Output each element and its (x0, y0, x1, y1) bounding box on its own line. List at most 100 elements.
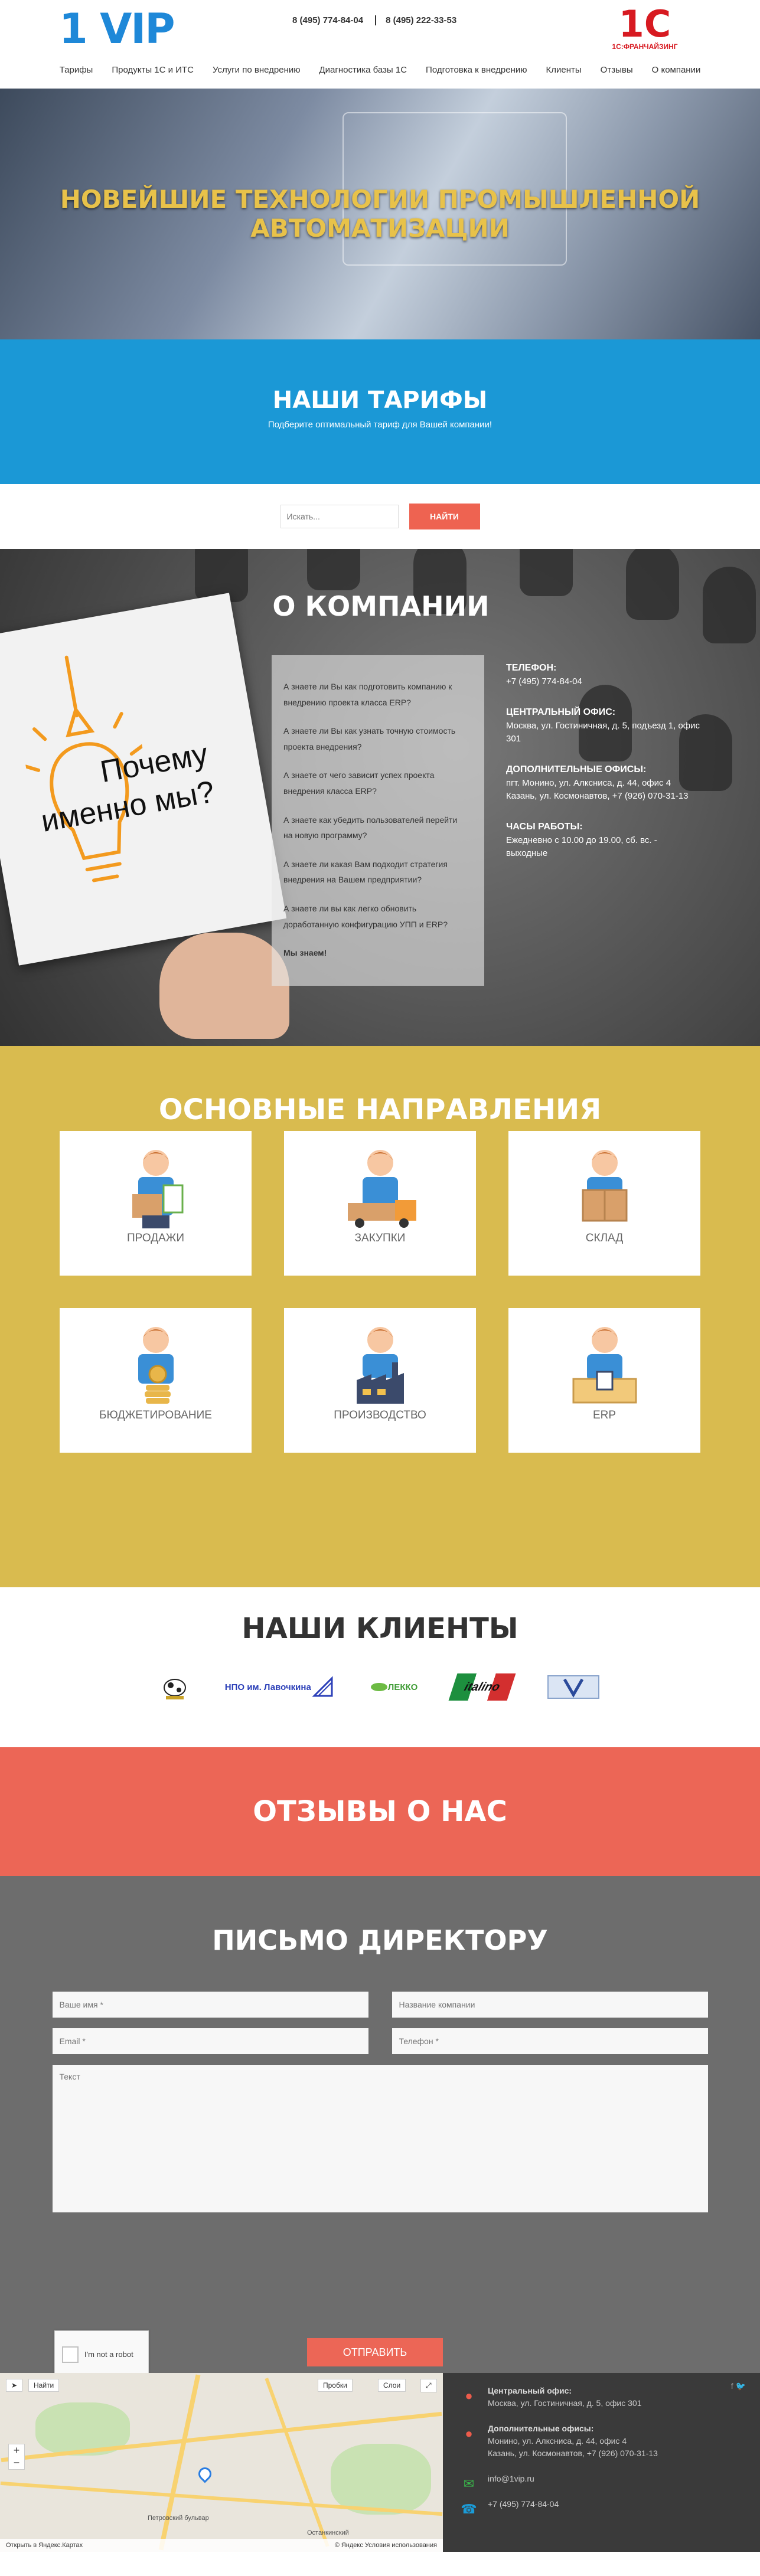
map-road (265, 2378, 330, 2547)
direction-label: БЮДЖЕТИРОВАНИЕ (99, 1409, 212, 1421)
client-italino-text: italino (462, 1680, 502, 1694)
nav-diagnostics[interactable]: Диагностика базы 1С (319, 65, 407, 75)
phone-2[interactable]: 8 (495) 222-33-53 (375, 15, 456, 25)
send-button[interactable]: ОТПРАВИТЬ (307, 2338, 443, 2366)
direction-budgeting[interactable]: БЮДЖЕТИРОВАНИЕ (60, 1308, 252, 1453)
direction-warehouse[interactable]: СКЛАД (508, 1131, 700, 1276)
contacts-phone-title: ТЕЛЕФОН: (506, 663, 557, 673)
about-title: О КОМПАНИИ (272, 590, 490, 622)
contacts-hours-title: ЧАСЫ РАБОТЫ: (506, 821, 583, 832)
contacts-extra-1: пгт. Монино, ул. Алксниса, д. 44, офис 4 (506, 777, 671, 788)
question-6: А знаете ли вы как легко обновить дорабо… (283, 903, 448, 929)
search-button[interactable]: НАЙТИ (409, 504, 480, 529)
footer-phone: ☎ +7 (495) 774-84-04 (461, 2498, 760, 2516)
map-park-area (331, 2444, 431, 2515)
directions-section: ОСНОВНЫЕ НАПРАВЛЕНИЯ ПРОДАЖИ ЗАКУПКИ СКЛ… (0, 1046, 760, 1587)
nav-preparation[interactable]: Подготовка к внедрению (426, 65, 527, 75)
contacts-hours: Ежедневно с 10.00 до 19.00, сб. вс. - вы… (506, 835, 657, 859)
purchases-worker-icon (347, 1150, 416, 1228)
nav-reviews[interactable]: Отзывы (601, 65, 633, 75)
client-lekko-text: ЛЕККО (387, 1682, 418, 1692)
recaptcha-label: I'm not a robot (84, 2350, 133, 2359)
cow-logo-icon (163, 1679, 186, 1699)
contacts-phone[interactable]: +7 (495) 774-84-04 (506, 675, 701, 689)
footer-office: ● Центральный офис: Москва, ул. Гостинична… (465, 2385, 760, 2410)
direction-sales[interactable]: ПРОДАЖИ (60, 1131, 252, 1276)
budgeting-worker-icon (138, 1327, 174, 1404)
lavochkin-triangle-icon (312, 1676, 333, 1697)
recaptcha-checkbox[interactable] (62, 2346, 79, 2363)
message-field[interactable] (52, 2065, 708, 2212)
client-logo-cow[interactable] (160, 1673, 190, 1701)
question-5: А знаете ли какая Вам подходит стратегия… (283, 859, 448, 885)
client-logo-italino[interactable]: italino (448, 1673, 516, 1701)
zoom-in-button[interactable]: + (9, 2444, 24, 2457)
footer-office-title: Центральный офис: (488, 2386, 572, 2395)
map-layers-button[interactable]: Слои (378, 2379, 406, 2392)
direction-label: ЗАКУПКИ (354, 1232, 406, 1244)
franchise-logo: 1С 1С:ФРАНЧАЙЗИНГ (604, 6, 686, 51)
client-logo-lavochkin[interactable]: НПО им. Лавочкина (225, 1673, 335, 1701)
phone-1[interactable]: 8 (495) 774-84-04 (292, 15, 363, 25)
client-lavochkin-text: НПО им. Лавочкина (224, 1682, 311, 1692)
question-4: А знаете как убедить пользователей перей… (283, 815, 458, 841)
map-terms-link[interactable]: © Яндекс Условия использования (335, 2542, 437, 2549)
footer-phone-link[interactable]: +7 (495) 774-84-04 (488, 2499, 559, 2509)
company-field[interactable] (392, 1992, 708, 2018)
direction-production[interactable]: ПРОИЗВОДСТВО (284, 1308, 476, 1453)
zoom-out-button[interactable]: − (9, 2457, 24, 2469)
main-nav: Тарифы Продукты 1С и ИТС Услуги по внедр… (0, 65, 760, 75)
hand-image (159, 933, 289, 1039)
open-in-yandex-link[interactable]: Открыть в Яндекс.Картах (6, 2542, 83, 2549)
phone-field[interactable] (392, 2028, 708, 2054)
about-section: Почему именно мы? О КОМПАНИИ А знаете ли… (0, 549, 760, 1046)
directions-title: ОСНОВНЫЕ НАПРАВЛЕНИЯ (158, 1093, 602, 1126)
questions-box: А знаете ли Вы как подготовить компанию … (272, 655, 484, 986)
site-header: 1 VIP 8 (495) 774-84-04 8 (495) 222-33-5… (0, 0, 760, 89)
map-location-pin[interactable] (195, 2464, 214, 2483)
footer-email-link[interactable]: info@1vip.ru (488, 2474, 534, 2483)
map-find-button[interactable]: Найти (28, 2379, 60, 2392)
tariffs-title: НАШИ ТАРИФЫ (272, 387, 488, 414)
map-traffic-button[interactable]: Пробки (318, 2379, 353, 2392)
footer-extra-title: Дополнительные офисы: (488, 2424, 594, 2433)
search-input[interactable] (280, 505, 399, 528)
client-logo-v[interactable] (547, 1673, 600, 1701)
nav-clients[interactable]: Клиенты (546, 65, 582, 75)
letter-title: ПИСЬМО ДИРЕКТОРУ (212, 1924, 548, 1956)
about-contacts: ТЕЛЕФОН: +7 (495) 774-84-04 ЦЕНТРАЛЬНЫЙ … (506, 661, 701, 861)
question-2: А знаете ли Вы как узнать точную стоимос… (283, 726, 456, 751)
hero-title-line1: НОВЕЙШИЕ ТЕХНОЛОГИИ ПРОМЫШЛЕННОЙ (60, 185, 700, 214)
reviews-title: ОТЗЫВЫ О НАС (253, 1795, 507, 1828)
yandex-map[interactable]: ➤ Найти Пробки Слои ⤢ + − Петровский буль… (0, 2373, 443, 2552)
footer-contacts: f 🐦 ● Центральный офис: Москва, ул. Гостин… (443, 2373, 760, 2552)
nav-products[interactable]: Продукты 1С и ИТС (112, 65, 194, 75)
nav-about[interactable]: О компании (652, 65, 701, 75)
map-info-bar: Открыть в Яндекс.Картах © Яндекс Условия… (0, 2539, 443, 2552)
brand-franchise-text: 1С:ФРАНЧАЙЗИНГ (612, 43, 678, 51)
directions-grid: ПРОДАЖИ ЗАКУПКИ СКЛАД БЮДЖЕТИРОВАНИЕ ПРО… (0, 1131, 760, 1453)
map-fullscreen-button[interactable]: ⤢ (420, 2379, 437, 2392)
map-locate-button[interactable]: ➤ (6, 2379, 23, 2392)
letter-form (52, 1992, 708, 2212)
clients-title: НАШИ КЛИЕНТЫ (242, 1612, 518, 1645)
direction-label: ПРОИЗВОДСТВО (334, 1409, 426, 1421)
tariffs-subtitle: Подберите оптимальный тариф для Вашей ко… (268, 420, 492, 430)
nav-tariffs[interactable]: Тарифы (60, 65, 93, 75)
direction-purchases[interactable]: ЗАКУПКИ (284, 1131, 476, 1276)
hero-banner: НОВЕЙШИЕ ТЕХНОЛОГИИ ПРОМЫШЛЕННОЙ АВТОМАТ… (0, 89, 760, 339)
lekko-leaf-icon (370, 1683, 387, 1691)
hero-title-line2: АВТОМАТИЗАЦИИ (250, 213, 510, 243)
sales-worker-icon (132, 1150, 183, 1228)
nav-services[interactable]: Услуги по внедрению (213, 65, 301, 75)
site-logo[interactable]: 1 VIP (59, 8, 175, 50)
letter-section: ПИСЬМО ДИРЕКТОРУ I'm not a robot ОТПРАВИ… (0, 1876, 760, 2413)
map-district-label: Останкинский (307, 2529, 349, 2536)
why-us-paper: Почему именно мы? (0, 593, 287, 966)
name-field[interactable] (52, 1992, 368, 2018)
footer-extra-offices: ● Дополнительные офисы: Монино, ул. Алксни… (465, 2423, 760, 2460)
email-field[interactable] (52, 2028, 368, 2054)
client-logo-lekko[interactable]: ЛЕККО (370, 1673, 418, 1701)
footer-office-address: Москва, ул. Гостиничная, д. 5, офис 301 (488, 2398, 642, 2408)
direction-erp[interactable]: ERP (508, 1308, 700, 1453)
